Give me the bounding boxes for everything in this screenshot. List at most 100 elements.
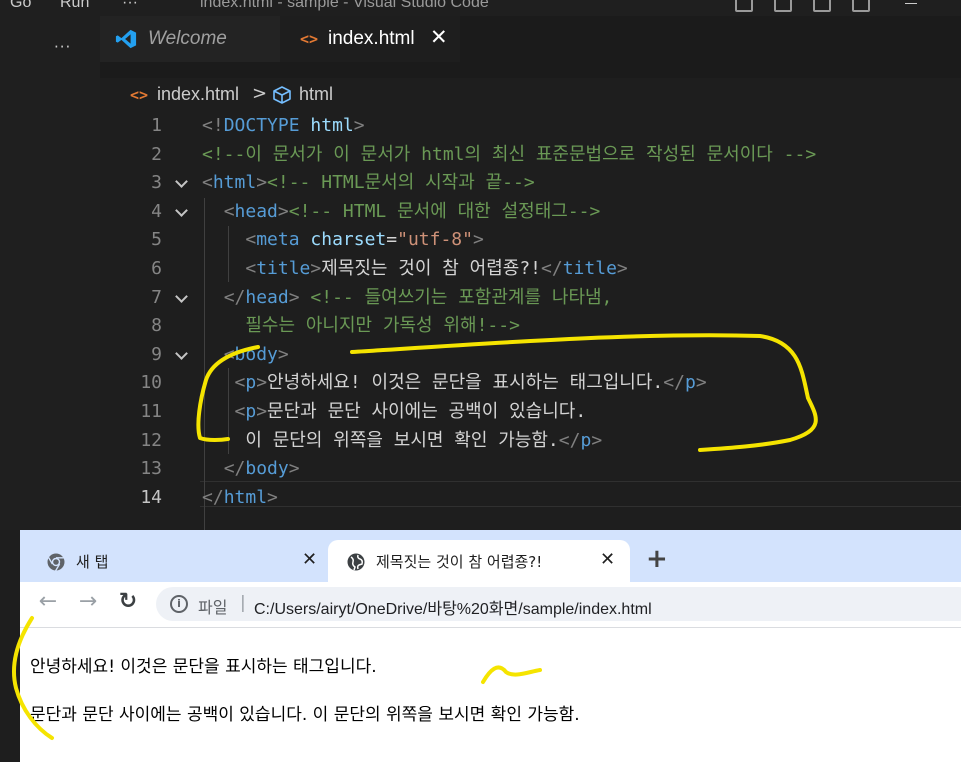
code-text: </head> <!-- 들여쓰기는 포함관계를 나타냄, [202, 284, 613, 312]
tab-welcome[interactable]: Welcome [100, 16, 280, 62]
close-tab-icon[interactable]: ✕ [430, 25, 448, 49]
code-line[interactable]: 5 <meta charset="utf-8"> [100, 226, 961, 255]
toggle-panel-icon[interactable] [774, 0, 792, 12]
code-text: <p>안녕하세요! 이것은 문단을 표시하는 태그입니다.</p> [202, 369, 707, 397]
paragraph-1: 안녕하세요! 이것은 문단을 표시하는 태그입니다. [30, 657, 377, 677]
tab-index-html[interactable]: <> index.html ✕ [280, 16, 460, 62]
fold-chevron-icon[interactable] [175, 284, 189, 312]
line-number: 5 [151, 229, 162, 251]
code-token: head [234, 200, 278, 222]
code-text: <meta charset="utf-8"> [202, 226, 484, 254]
code-text: <title>제목짓는 것이 참 어렵죵?!</title> [202, 255, 627, 283]
back-button[interactable]: ← [34, 588, 62, 616]
code-line[interactable]: 9 <body> [100, 341, 961, 370]
vscode-logo-icon [115, 29, 137, 49]
code-line[interactable]: 14 </html> [100, 484, 961, 513]
tab-welcome-label: Welcome [148, 28, 227, 49]
menu-more[interactable]: ··· [122, 0, 138, 12]
code-token: < [202, 172, 213, 194]
code-token: </ [541, 258, 563, 279]
code-token: > [288, 458, 300, 480]
code-line[interactable]: 7 </head> <!-- 들여쓰기는 포함관계를 나타냄, [100, 284, 961, 313]
titlebar: Go Run ··· index.html - sample - Visual … [0, 0, 961, 16]
browser-tab-new-label: 새 탭 [76, 553, 109, 571]
menu-go[interactable]: Go [10, 0, 31, 12]
code-text: <!--이 문서가 이 문서가 html의 최신 표준문법으로 작성된 문서이다… [202, 141, 816, 169]
toggle-secondary-sidebar-icon[interactable] [813, 0, 831, 12]
code-line[interactable]: 6 <title>제목짓는 것이 참 어렵죵?!</title> [100, 255, 961, 284]
code-token: </ [558, 429, 581, 451]
code-line[interactable]: 2 <!--이 문서가 이 문서가 html의 최신 표준문법으로 작성된 문서이… [100, 141, 961, 170]
breadcrumb-file[interactable]: index.html [157, 84, 239, 105]
code-token: head [245, 286, 289, 308]
code-token: <! [202, 115, 224, 136]
minimize-icon[interactable] [905, 3, 917, 4]
code-line[interactable]: 12 이 문단의 위쪽을 보시면 확인 가능함.</p> [100, 427, 961, 456]
html-file-icon: <> [300, 30, 319, 48]
activity-more-icon[interactable]: ··· [54, 38, 71, 56]
fold-chevron-icon[interactable] [175, 169, 189, 197]
code-token: DOCTYPE [223, 115, 300, 136]
code-text: <html><!-- HTML문서의 시작과 끝--> [202, 169, 535, 197]
code-token: </ [223, 286, 246, 308]
customize-layout-icon[interactable] [852, 0, 870, 12]
code-token: > [472, 229, 484, 251]
code-token: > [256, 172, 268, 194]
close-tab-icon[interactable]: ✕ [302, 549, 317, 570]
line-number: 14 [140, 486, 162, 508]
address-bar[interactable]: i 파일 | C:/Users/airyt/OneDrive/바탕%20화면/s… [156, 587, 961, 621]
code-line[interactable]: 4 <head><!-- HTML 문서에 대한 설정태그--> [100, 198, 961, 227]
paragraph-2: 문단과 문단 사이에는 공백이 있습니다. 이 문단의 위쪽을 보시면 확인 가… [30, 705, 580, 725]
close-tab-icon[interactable]: ✕ [600, 549, 615, 570]
code-line[interactable]: 8 필수는 아니지만 가독성 위해!--> [100, 312, 961, 341]
browser-toolbar: ← → ↻ i 파일 | C:/Users/airyt/OneDrive/바탕%… [20, 582, 961, 628]
code-line[interactable]: 10 <p>안녕하세요! 이것은 문단을 표시하는 태그입니다.</p> [100, 369, 961, 398]
breadcrumb-element[interactable]: html [299, 84, 333, 105]
code-text: 이 문단의 위쪽을 보시면 확인 가능함.</p> [202, 427, 602, 455]
code-token: p [684, 372, 696, 394]
address-url[interactable]: C:/Users/airyt/OneDrive/바탕%20화면/sample/i… [254, 595, 652, 619]
new-tab-button[interactable]: + [646, 544, 668, 574]
code-line[interactable]: 13 </body> [100, 455, 961, 484]
code-token: p [580, 429, 592, 451]
tab-index-label: index.html [328, 28, 415, 49]
browser-tab-active[interactable]: 제목짓는 것이 참 어렵죵?! ✕ [328, 540, 630, 582]
fold-chevron-icon[interactable] [175, 341, 189, 369]
code-token: meta [256, 229, 300, 251]
line-number: 4 [151, 200, 162, 222]
code-line[interactable]: 3 <html><!-- HTML문서의 시작과 끝--> [100, 169, 961, 198]
toggle-sidebar-icon[interactable] [735, 0, 753, 12]
browser-window: 새 탭 ✕ 제목짓는 것이 참 어렵죵?! ✕ + ← → ↻ i 파일 | C… [20, 530, 961, 762]
code-token: > [591, 429, 603, 451]
code-line[interactable]: 11 <p>문단과 문단 사이에는 공백이 있습니다. [100, 398, 961, 427]
reload-button[interactable]: ↻ [114, 588, 142, 616]
address-scheme-label: 파일 [198, 598, 228, 617]
code-token: < [234, 372, 246, 394]
line-number: 3 [151, 172, 162, 194]
code-token: title [256, 258, 311, 279]
code-token: html [310, 115, 354, 136]
code-line[interactable]: 1 <!DOCTYPE html> [100, 112, 961, 141]
code-token: charset [310, 229, 387, 251]
breadcrumb: <> index.html > html [100, 78, 961, 112]
line-number: 8 [151, 315, 162, 337]
fold-chevron-icon[interactable] [175, 198, 189, 226]
code-token: 필수는 아니지만 가독성 위해!--> [202, 315, 520, 337]
code-token: html [212, 172, 257, 194]
code-token: html [223, 486, 268, 508]
code-token: 안녕하세요! 이것은 문단을 표시하는 태그입니다. [267, 372, 664, 394]
code-token: < [223, 200, 235, 222]
menu-run[interactable]: Run [60, 0, 89, 12]
info-icon[interactable]: i [170, 595, 188, 613]
code-text: <head><!-- HTML 문서에 대한 설정태그--> [202, 198, 601, 226]
forward-button[interactable]: → [74, 588, 102, 616]
code-token: > [310, 258, 322, 279]
code-editor[interactable]: 1 <!DOCTYPE html> 2 <!--이 문서가 이 문서가 html의 최… [100, 112, 961, 568]
browser-tab-new[interactable]: 새 탭 ✕ [28, 540, 328, 582]
